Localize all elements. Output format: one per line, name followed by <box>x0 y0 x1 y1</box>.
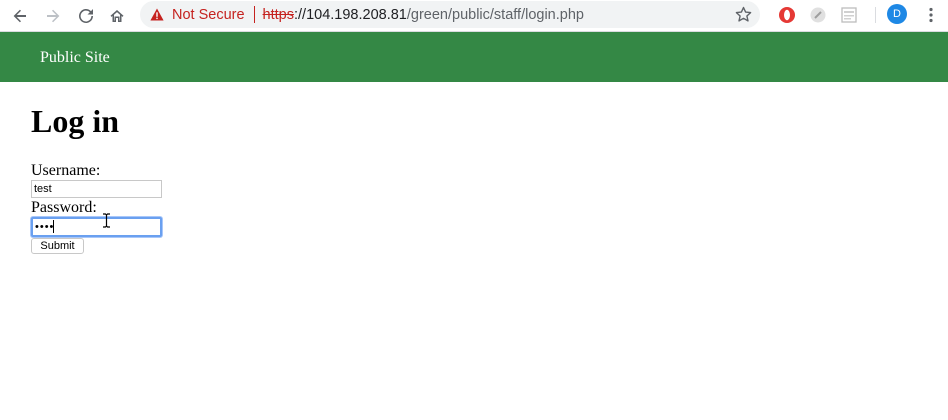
profile-avatar[interactable]: D <box>887 4 907 24</box>
kebab-menu-icon[interactable] <box>921 4 941 26</box>
page-extension-icon[interactable] <box>838 4 860 26</box>
password-label: Password: <box>31 199 97 216</box>
submit-button[interactable]: Submit <box>31 238 84 254</box>
ibeam-cursor-icon <box>103 213 110 228</box>
address-bar[interactable]: Not Secure https://104.198.208.81/green/… <box>140 1 760 28</box>
browser-toolbar: Not Secure https://104.198.208.81/green/… <box>0 0 948 32</box>
url-path: /green/public/staff/login.php <box>406 6 584 23</box>
opera-extension-icon[interactable] <box>776 4 798 26</box>
username-field[interactable] <box>31 180 162 198</box>
page-title: Log in <box>31 103 120 139</box>
extension-icon[interactable] <box>807 4 829 26</box>
toolbar-divider <box>875 7 876 23</box>
star-icon[interactable] <box>735 6 752 23</box>
site-header <box>0 32 948 82</box>
text-caret <box>53 220 54 233</box>
warning-icon[interactable] <box>150 8 164 22</box>
public-site-link[interactable]: Public Site <box>40 49 110 67</box>
url-host: ://104.198.208.81 <box>293 6 407 23</box>
reload-icon[interactable] <box>73 3 99 29</box>
forward-arrow-icon[interactable] <box>40 3 66 29</box>
username-label: Username: <box>31 162 101 179</box>
back-arrow-icon[interactable] <box>7 3 33 29</box>
home-icon[interactable] <box>104 3 130 29</box>
password-field[interactable] <box>31 217 162 237</box>
url-scheme: https <box>262 6 294 23</box>
security-status[interactable]: Not Secure <box>172 7 245 23</box>
url-divider <box>253 6 255 23</box>
